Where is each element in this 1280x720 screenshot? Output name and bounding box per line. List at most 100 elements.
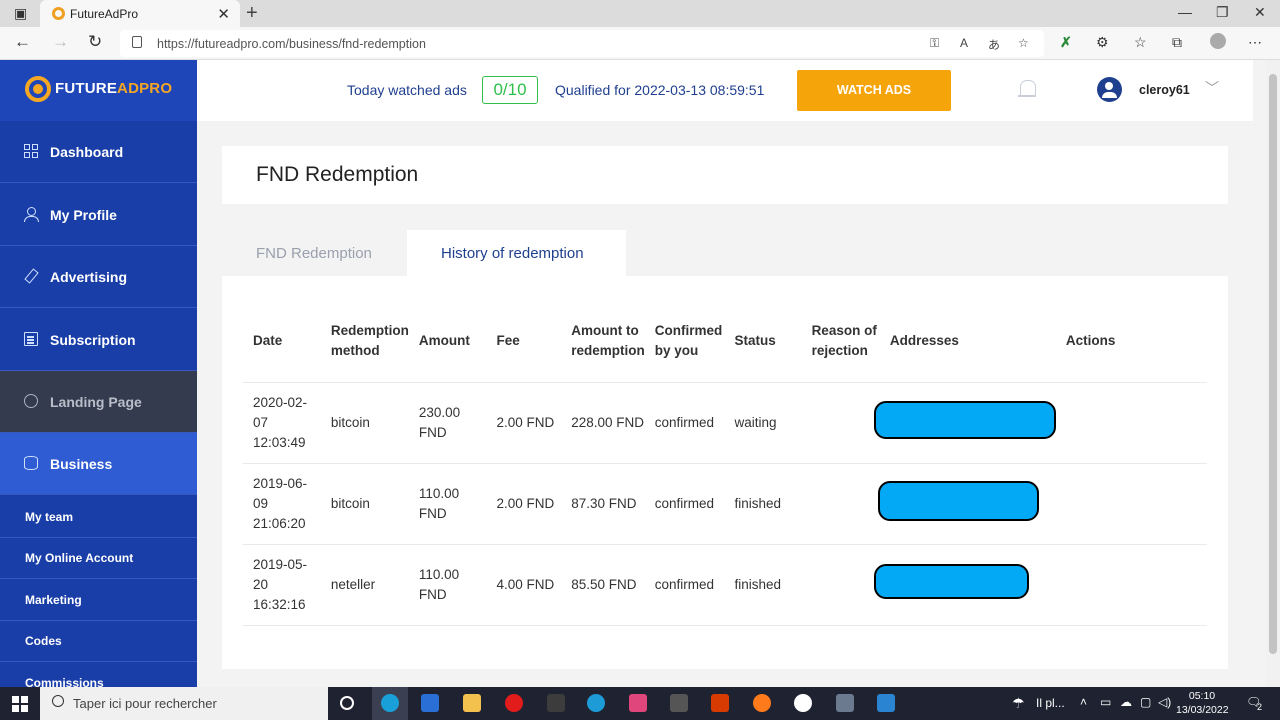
sidebar-subitem-my-online-account[interactable]: My Online Account (0, 537, 197, 579)
app-icon[interactable] (670, 694, 688, 712)
cell-amount-to: 228.00 FND (561, 382, 645, 464)
cell-fee: 2.00 FND (486, 463, 562, 545)
lock-icon (132, 36, 142, 48)
cortana-icon[interactable] (340, 696, 354, 710)
browser-tab-title: FutureAdPro (70, 7, 139, 21)
favorites-icon[interactable]: ☆ (1134, 34, 1147, 51)
translate-icon[interactable]: あ (988, 36, 1000, 53)
cell-fee: 4.00 FND (486, 544, 562, 626)
clock-date: 13/03/2022 (1176, 704, 1229, 716)
file-explorer-icon[interactable] (463, 694, 481, 712)
tray-network-icon[interactable]: ▢ (1140, 695, 1151, 709)
key-icon[interactable]: ⚿ (930, 36, 939, 51)
edge-icon[interactable] (381, 694, 399, 712)
refresh-icon[interactable]: ↻ (88, 32, 102, 52)
redacted-address (873, 400, 1056, 439)
office-icon[interactable] (711, 694, 729, 712)
back-icon[interactable]: ← (14, 32, 31, 52)
tab-fnd-redemption[interactable]: FND Redemption (222, 230, 407, 276)
sidebar-item-my-profile[interactable]: My Profile (0, 184, 197, 246)
database-icon (24, 456, 38, 470)
browser-tab-strip: ▣ FutureAdPro ✕ + — ❐ ✕ (0, 0, 1280, 27)
url-text: https://futureadpro.com/business/fnd-red… (157, 37, 426, 51)
header-status: Status (724, 300, 802, 383)
minimize-icon[interactable]: — (1178, 4, 1192, 20)
taskbar-clock[interactable]: 05:10 13/03/2022 (1176, 689, 1229, 717)
title-card: FND Redemption (222, 146, 1228, 204)
windows-start-icon[interactable] (12, 696, 28, 712)
notification-bell-icon[interactable] (1018, 80, 1036, 100)
sidebar-item-landing-page[interactable]: Landing Page (0, 371, 197, 433)
opera-icon[interactable] (505, 694, 523, 712)
cell-status: waiting (724, 382, 802, 464)
sidebar-item-dashboard[interactable]: Dashboard (0, 121, 197, 183)
sidebar-item-business[interactable]: Business (0, 433, 197, 495)
close-tab-icon[interactable]: ✕ (217, 5, 230, 23)
new-tab-icon[interactable]: + (246, 2, 258, 25)
photos-icon[interactable] (877, 694, 895, 712)
header-reason: Reason of rejection (801, 300, 880, 383)
logo-text: FUTUREADPRO (55, 80, 173, 97)
cell-actions (1055, 544, 1207, 626)
sidebar-item-advertising[interactable]: Advertising (0, 246, 197, 308)
header-actions: Actions (1055, 300, 1207, 383)
maximize-icon[interactable]: ❐ (1216, 4, 1229, 21)
redemption-history-card: Date Redemption method Amount Fee Amount… (222, 276, 1228, 669)
cell-fee: 2.00 FND (486, 382, 562, 464)
scrollbar-thumb[interactable] (1269, 74, 1277, 654)
browser-tab[interactable]: FutureAdPro ✕ (40, 0, 240, 27)
tray-volume-icon[interactable]: ◁) (1158, 695, 1171, 709)
weather-icon[interactable]: ☂ (1012, 695, 1025, 712)
more-menu-icon[interactable]: ⋯ (1248, 34, 1262, 51)
avatar[interactable] (1097, 77, 1122, 102)
notification-count: 2 (1257, 702, 1263, 712)
watched-ads-label: Today watched ads (347, 82, 467, 98)
tray-cloud-icon[interactable]: ☁ (1120, 695, 1132, 709)
document-icon (24, 332, 38, 346)
sidebar-item-subscription[interactable]: Subscription (0, 309, 197, 371)
forward-icon[interactable]: → (52, 32, 69, 52)
page-title: FND Redemption (256, 163, 419, 186)
table-row: 2019-06-09 21:06:20 bitcoin 110.00 FND 2… (243, 463, 1207, 545)
tab-history-of-redemption[interactable]: History of redemption (407, 230, 626, 276)
sidebar-subitem-my-team[interactable]: My team (0, 496, 197, 538)
cell-method: neteller (320, 544, 409, 626)
close-window-icon[interactable]: ✕ (1254, 4, 1266, 21)
record-icon[interactable] (794, 694, 812, 712)
table-row: 2019-05-20 16:32:16 neteller 110.00 FND … (243, 544, 1207, 626)
tray-chevron-icon[interactable]: ˄ (1080, 695, 1087, 709)
logo[interactable]: FUTUREADPRO (0, 60, 197, 121)
collections-icon[interactable]: ⧉ (1172, 34, 1182, 51)
username[interactable]: cleroy61 (1139, 83, 1190, 97)
table-header-row: Date Redemption method Amount Fee Amount… (243, 300, 1207, 383)
cell-reason (801, 463, 880, 545)
taskbar-search-input[interactable]: Taper ici pour rechercher (40, 687, 328, 720)
cell-status: finished (724, 544, 802, 626)
brave-icon[interactable] (629, 694, 647, 712)
url-field[interactable]: https://futureadpro.com/business/fnd-red… (120, 30, 1044, 57)
cell-actions (1055, 382, 1207, 464)
page-scrollbar[interactable] (1266, 60, 1280, 687)
calculator-icon[interactable] (836, 694, 854, 712)
grid-icon (24, 144, 38, 158)
chevron-down-icon[interactable]: ﹀ (1205, 78, 1219, 98)
window-menu-icon[interactable]: ▣ (14, 5, 27, 22)
profile-icon[interactable] (1210, 33, 1226, 49)
cell-confirmed: confirmed (644, 382, 725, 464)
firefox-icon[interactable] (753, 694, 771, 712)
sidebar-subitem-commissions[interactable]: Commissions (0, 662, 197, 687)
read-aloud-icon[interactable]: A (960, 36, 968, 50)
globe-icon (24, 394, 38, 408)
puzzle-icon[interactable]: ⚙ (1096, 34, 1109, 51)
watch-ads-button[interactable]: WATCH ADS (797, 70, 951, 111)
skype-icon[interactable] (587, 694, 605, 712)
app-icon[interactable] (547, 694, 565, 712)
watched-ads-counter: 0/10 (482, 76, 538, 104)
favorite-star-icon[interactable]: ☆ (1018, 36, 1029, 50)
weather-text[interactable]: Il pl... (1036, 696, 1065, 710)
sidebar-subitem-marketing[interactable]: Marketing (0, 579, 197, 621)
tray-battery-icon[interactable]: ▭ (1100, 695, 1111, 709)
extension-icon[interactable]: ✗ (1060, 34, 1072, 51)
store-icon[interactable] (421, 694, 439, 712)
sidebar-subitem-codes[interactable]: Codes (0, 620, 197, 662)
